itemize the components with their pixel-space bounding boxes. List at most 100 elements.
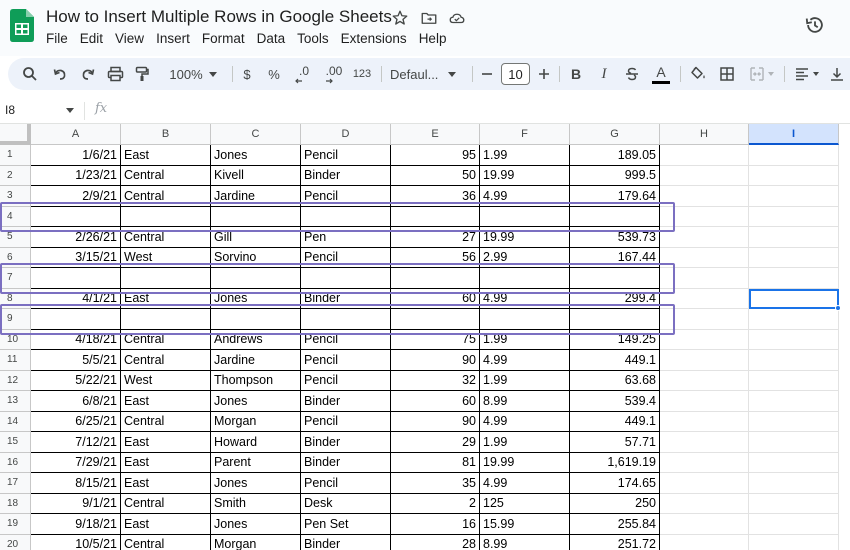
sheets-logo-icon[interactable] xyxy=(10,9,34,42)
inserted-empty-cell[interactable] xyxy=(391,309,480,330)
cell-a11[interactable]: 5/5/21 xyxy=(31,350,121,371)
cell-i15[interactable] xyxy=(749,432,839,453)
cell-b10[interactable]: Central xyxy=(121,329,211,350)
cell-c13[interactable]: Jones xyxy=(211,391,301,412)
cell-i10[interactable] xyxy=(749,329,839,350)
cell-i18[interactable] xyxy=(749,493,839,514)
inserted-empty-cell[interactable] xyxy=(31,206,121,227)
column-header-h[interactable]: H xyxy=(660,124,749,145)
cell-e1[interactable]: 95 xyxy=(391,145,480,166)
cell-f8[interactable]: 4.99 xyxy=(480,288,570,309)
cell-f13[interactable]: 8.99 xyxy=(480,391,570,412)
cell-e6[interactable]: 56 xyxy=(391,247,480,268)
cell-b3[interactable]: Central xyxy=(121,186,211,207)
row-header-15[interactable]: 15 xyxy=(0,432,31,453)
cell-a6[interactable]: 3/15/21 xyxy=(31,247,121,268)
column-header-d[interactable]: D xyxy=(301,124,391,145)
inserted-empty-cell[interactable] xyxy=(570,309,660,330)
cell-i7[interactable] xyxy=(749,268,839,289)
cell-b16[interactable]: East xyxy=(121,452,211,473)
cell-a12[interactable]: 5/22/21 xyxy=(31,370,121,391)
cell-c11[interactable]: Jardine xyxy=(211,350,301,371)
cell-e19[interactable]: 16 xyxy=(391,514,480,535)
cell-e13[interactable]: 60 xyxy=(391,391,480,412)
cell-c18[interactable]: Smith xyxy=(211,493,301,514)
cell-i9[interactable] xyxy=(749,309,839,330)
cell-d17[interactable]: Pencil xyxy=(301,473,391,494)
percent-format-button[interactable]: % xyxy=(265,58,283,90)
cell-b12[interactable]: West xyxy=(121,370,211,391)
cell-e12[interactable]: 32 xyxy=(391,370,480,391)
zoom-select[interactable]: 100% xyxy=(162,58,224,90)
strikethrough-button[interactable] xyxy=(622,58,642,90)
cell-d11[interactable]: Pencil xyxy=(301,350,391,371)
cell-g19[interactable]: 255.84 xyxy=(570,514,660,535)
cell-i6[interactable] xyxy=(749,247,839,268)
row-header-10[interactable]: 10 xyxy=(0,329,31,350)
cell-d20[interactable]: Binder xyxy=(301,534,391,550)
column-header-e[interactable]: E xyxy=(391,124,480,145)
fill-handle[interactable] xyxy=(835,305,841,311)
cell-g18[interactable]: 250 xyxy=(570,493,660,514)
cell-i12[interactable] xyxy=(749,370,839,391)
cell-i16[interactable] xyxy=(749,452,839,473)
row-header-7[interactable]: 7 xyxy=(0,268,31,289)
row-header-20[interactable]: 20 xyxy=(0,534,31,550)
row-header-11[interactable]: 11 xyxy=(0,350,31,371)
cell-b5[interactable]: Central xyxy=(121,227,211,248)
cell-d5[interactable]: Pen xyxy=(301,227,391,248)
cell-g15[interactable]: 57.71 xyxy=(570,432,660,453)
cell-h18[interactable] xyxy=(660,493,749,514)
cell-b6[interactable]: West xyxy=(121,247,211,268)
cell-a13[interactable]: 6/8/21 xyxy=(31,391,121,412)
version-history-icon[interactable] xyxy=(804,14,826,36)
cell-g17[interactable]: 174.65 xyxy=(570,473,660,494)
column-header-c[interactable]: C xyxy=(211,124,301,145)
inserted-empty-cell[interactable] xyxy=(211,268,301,289)
cell-d16[interactable]: Binder xyxy=(301,452,391,473)
inserted-empty-cell[interactable] xyxy=(391,206,480,227)
cell-f6[interactable]: 2.99 xyxy=(480,247,570,268)
cell-c5[interactable]: Gill xyxy=(211,227,301,248)
menu-tools[interactable]: Tools xyxy=(297,31,329,46)
cell-g10[interactable]: 149.25 xyxy=(570,329,660,350)
cell-h9[interactable] xyxy=(660,309,749,330)
cell-f15[interactable]: 1.99 xyxy=(480,432,570,453)
cell-c16[interactable]: Parent xyxy=(211,452,301,473)
cell-h12[interactable] xyxy=(660,370,749,391)
cell-b17[interactable]: East xyxy=(121,473,211,494)
cell-a19[interactable]: 9/18/21 xyxy=(31,514,121,535)
cell-g20[interactable]: 251.72 xyxy=(570,534,660,550)
cell-b1[interactable]: East xyxy=(121,145,211,166)
column-header-a[interactable]: A xyxy=(31,124,121,145)
name-box[interactable]: I8 xyxy=(5,103,15,117)
cell-f3[interactable]: 4.99 xyxy=(480,186,570,207)
cell-f11[interactable]: 4.99 xyxy=(480,350,570,371)
cell-h4[interactable] xyxy=(660,206,749,227)
cell-i11[interactable] xyxy=(749,350,839,371)
cell-e8[interactable]: 60 xyxy=(391,288,480,309)
cell-g5[interactable]: 539.73 xyxy=(570,227,660,248)
cell-c14[interactable]: Morgan xyxy=(211,411,301,432)
cell-f12[interactable]: 1.99 xyxy=(480,370,570,391)
cell-b13[interactable]: East xyxy=(121,391,211,412)
increase-font-size-button[interactable] xyxy=(536,58,552,90)
inserted-empty-cell[interactable] xyxy=(301,206,391,227)
menu-format[interactable]: Format xyxy=(202,31,245,46)
more-formats-button[interactable]: 123 xyxy=(351,58,373,90)
cell-c2[interactable]: Kivell xyxy=(211,165,301,186)
cell-i8[interactable] xyxy=(749,288,839,309)
row-header-17[interactable]: 17 xyxy=(0,473,31,494)
inserted-empty-cell[interactable] xyxy=(301,309,391,330)
cell-h6[interactable] xyxy=(660,247,749,268)
inserted-empty-cell[interactable] xyxy=(301,268,391,289)
cell-h19[interactable] xyxy=(660,514,749,535)
inserted-empty-cell[interactable] xyxy=(480,206,570,227)
cell-b8[interactable]: East xyxy=(121,288,211,309)
menu-extensions[interactable]: Extensions xyxy=(341,31,407,46)
print-button[interactable] xyxy=(105,58,125,90)
undo-button[interactable] xyxy=(50,58,70,90)
bold-button[interactable]: B xyxy=(566,58,586,90)
cell-b19[interactable]: East xyxy=(121,514,211,535)
cell-a16[interactable]: 7/29/21 xyxy=(31,452,121,473)
